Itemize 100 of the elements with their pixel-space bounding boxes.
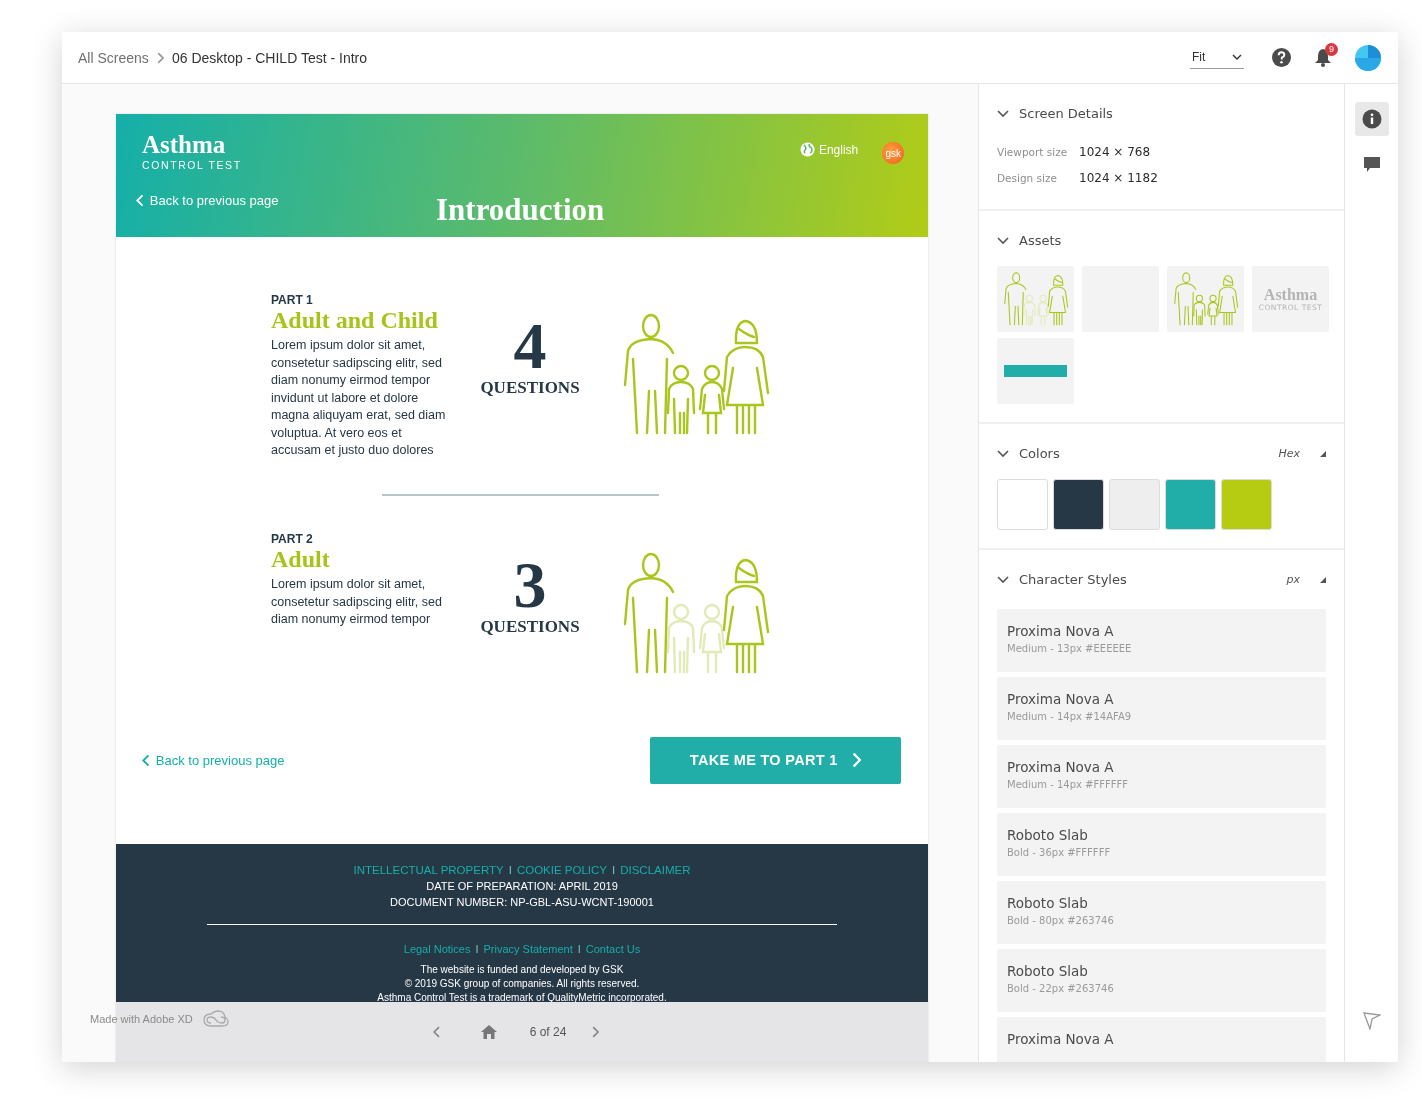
breadcrumb-link[interactable]: All Screens bbox=[78, 49, 149, 66]
footer-link[interactable]: DISCLAIMER bbox=[620, 861, 691, 878]
footer-note: The website is funded and developed by GSK bbox=[420, 962, 624, 977]
family-drawing bbox=[1002, 271, 1069, 327]
character-style-card[interactable]: Roboto Slab Bold - 22px #263746 bbox=[997, 949, 1326, 1012]
character-style-card[interactable]: Proxima Nova A bbox=[997, 1017, 1326, 1062]
chevron-icon bbox=[1232, 54, 1242, 60]
footer-link[interactable]: COOKIE POLICY bbox=[516, 861, 607, 878]
breadcrumb-chevron-icon bbox=[156, 51, 164, 64]
made-with-label: Made with Adobe XD bbox=[90, 1010, 229, 1028]
part-label: PART 1 bbox=[271, 293, 314, 307]
chevron-icon[interactable] bbox=[997, 449, 1009, 458]
character-style-card[interactable]: Proxima Nova A Medium - 14px #FFFFFF bbox=[997, 745, 1326, 808]
footer-link[interactable]: Legal Notices bbox=[403, 940, 471, 957]
button-drawing bbox=[1004, 365, 1067, 377]
avatar-button[interactable] bbox=[1354, 43, 1382, 72]
help-button[interactable] bbox=[1270, 46, 1292, 69]
font-detail: Bold - 36px #FFFFFF bbox=[1007, 847, 1112, 858]
footer-text: DOCUMENT NUMBER: NP-GBL-ASU-WCNT-190001 bbox=[390, 894, 654, 910]
font-name: Proxima Nova A bbox=[1007, 1031, 1115, 1047]
part-title: Adult bbox=[271, 545, 331, 573]
notification-badge: 9 bbox=[1325, 42, 1338, 56]
chevron-icon bbox=[851, 752, 862, 769]
chevron-icon[interactable] bbox=[997, 236, 1009, 245]
asset-thumbnail[interactable] bbox=[997, 338, 1074, 404]
asset-thumbnail[interactable] bbox=[1167, 266, 1244, 332]
section-title: Colors bbox=[1019, 446, 1061, 461]
part-description: Lorem ipsum dolor sit amet, consetetur sadipscing elitr, sed diam nonumy eirmod tempor invidunt ut labore et dolore magna aliquyam erat, sed diam voluptua. At vero eos et accusam et justo duo dolores bbox=[271, 337, 447, 460]
section-title: Screen Details bbox=[1019, 106, 1114, 121]
color-swatch[interactable] bbox=[1165, 479, 1216, 530]
unit-toggle[interactable]: px bbox=[1286, 573, 1300, 586]
part-description: Lorem ipsum dolor sit amet, consetetur sadipscing elitr, sed diam nonumy eirmod tempor bbox=[271, 576, 443, 629]
font-name: Roboto Slab bbox=[1007, 895, 1089, 911]
font-name: Proxima Nova A bbox=[1007, 623, 1115, 639]
detail-label: Viewport size bbox=[997, 146, 1069, 158]
info-tab[interactable] bbox=[1354, 102, 1389, 136]
footer-text: DATE OF PREPARATION: APRIL 2019 bbox=[426, 878, 618, 894]
detail-label: Design size bbox=[997, 172, 1058, 184]
font-name: Roboto Slab bbox=[1007, 963, 1089, 979]
chevron-icon bbox=[142, 753, 150, 767]
detail-value: 1024 × 1182 bbox=[1079, 171, 1159, 185]
part-label: PART 2 bbox=[271, 531, 314, 546]
font-detail: Bold - 80px #263746 bbox=[1007, 915, 1115, 926]
notifications-button[interactable]: 9 bbox=[1312, 46, 1334, 69]
separator-text: I bbox=[474, 941, 480, 957]
section-title: Character Styles bbox=[1019, 572, 1128, 587]
sort-icon[interactable] bbox=[1320, 576, 1326, 583]
breadcrumb-current: 06 Desktop - CHILD Test - Intro bbox=[172, 49, 368, 66]
chevron-icon bbox=[136, 194, 144, 207]
footer-link[interactable]: Privacy Statement bbox=[483, 940, 573, 957]
help-icon bbox=[1271, 48, 1291, 67]
color-swatch[interactable] bbox=[997, 479, 1048, 530]
font-detail: Medium - 14px #FFFFFF bbox=[1007, 779, 1129, 790]
font-detail: Medium - 14px #14AFA9 bbox=[1007, 711, 1133, 722]
font-name: Roboto Slab bbox=[1007, 827, 1089, 843]
chevron-icon bbox=[433, 1026, 441, 1038]
brand-logo: gsk bbox=[882, 142, 905, 164]
family-drawing bbox=[1172, 271, 1239, 327]
logo-text: Asthma bbox=[142, 132, 227, 157]
asset-thumbnail[interactable] bbox=[997, 266, 1074, 332]
separator-text: I bbox=[611, 862, 617, 878]
avatar-icon bbox=[1354, 43, 1382, 72]
font-name: Proxima Nova A bbox=[1007, 759, 1115, 775]
format-toggle[interactable]: Hex bbox=[1278, 447, 1300, 460]
home-icon bbox=[480, 1025, 497, 1039]
part-title: Adult and Child bbox=[271, 307, 439, 334]
separator-text: I bbox=[507, 862, 513, 878]
logo-text: Asthma bbox=[1263, 286, 1318, 303]
color-swatch[interactable] bbox=[1221, 479, 1272, 530]
chevron-icon bbox=[591, 1026, 599, 1038]
detail-value: 1024 × 768 bbox=[1079, 145, 1152, 159]
question-count: 4 bbox=[513, 315, 547, 378]
back-link[interactable]: Back to previous page bbox=[142, 752, 285, 768]
chevron-icon[interactable] bbox=[997, 109, 1009, 118]
chevron-icon[interactable] bbox=[997, 575, 1009, 584]
character-style-card[interactable]: Proxima Nova A Medium - 14px #14AFA9 bbox=[997, 677, 1326, 740]
logo-tagline: CONTROL TEST bbox=[142, 159, 243, 171]
font-detail: Medium - 13px #EEEEEE bbox=[1007, 643, 1133, 654]
zoom-dropdown[interactable]: Fit bbox=[1190, 46, 1244, 69]
character-style-card[interactable]: Roboto Slab Bold - 36px #FFFFFF bbox=[997, 813, 1326, 876]
page-title: Introduction bbox=[436, 192, 605, 228]
question-count: 3 bbox=[513, 553, 547, 617]
character-style-card[interactable]: Proxima Nova A Medium - 13px #EEEEEE bbox=[997, 609, 1326, 672]
footer-link[interactable]: Contact Us bbox=[585, 940, 641, 957]
question-count-label: QUESTIONS bbox=[480, 616, 580, 637]
font-name: Proxima Nova A bbox=[1007, 691, 1115, 707]
font-detail: Bold - 22px #263746 bbox=[1007, 983, 1115, 994]
sort-icon[interactable] bbox=[1320, 450, 1326, 457]
footer-link[interactable]: INTELLECTUAL PROPERTY bbox=[353, 861, 504, 878]
next-part-button[interactable]: TAKE ME TO PART 1 bbox=[650, 736, 901, 784]
character-style-card[interactable]: Roboto Slab Bold - 80px #263746 bbox=[997, 881, 1326, 944]
page-counter: 6 of 24 bbox=[529, 1025, 567, 1039]
color-swatch[interactable] bbox=[1109, 479, 1160, 530]
section-title: Assets bbox=[1019, 233, 1063, 248]
question-count-label: QUESTIONS bbox=[480, 377, 580, 398]
creative-cloud-icon bbox=[202, 1010, 229, 1028]
footer-note: © 2019 GSK group of companies. All rights reserved. bbox=[404, 976, 640, 991]
back-link[interactable]: Back to previous page bbox=[136, 193, 436, 208]
comment-icon bbox=[1362, 156, 1381, 174]
color-swatch[interactable] bbox=[1053, 479, 1104, 530]
